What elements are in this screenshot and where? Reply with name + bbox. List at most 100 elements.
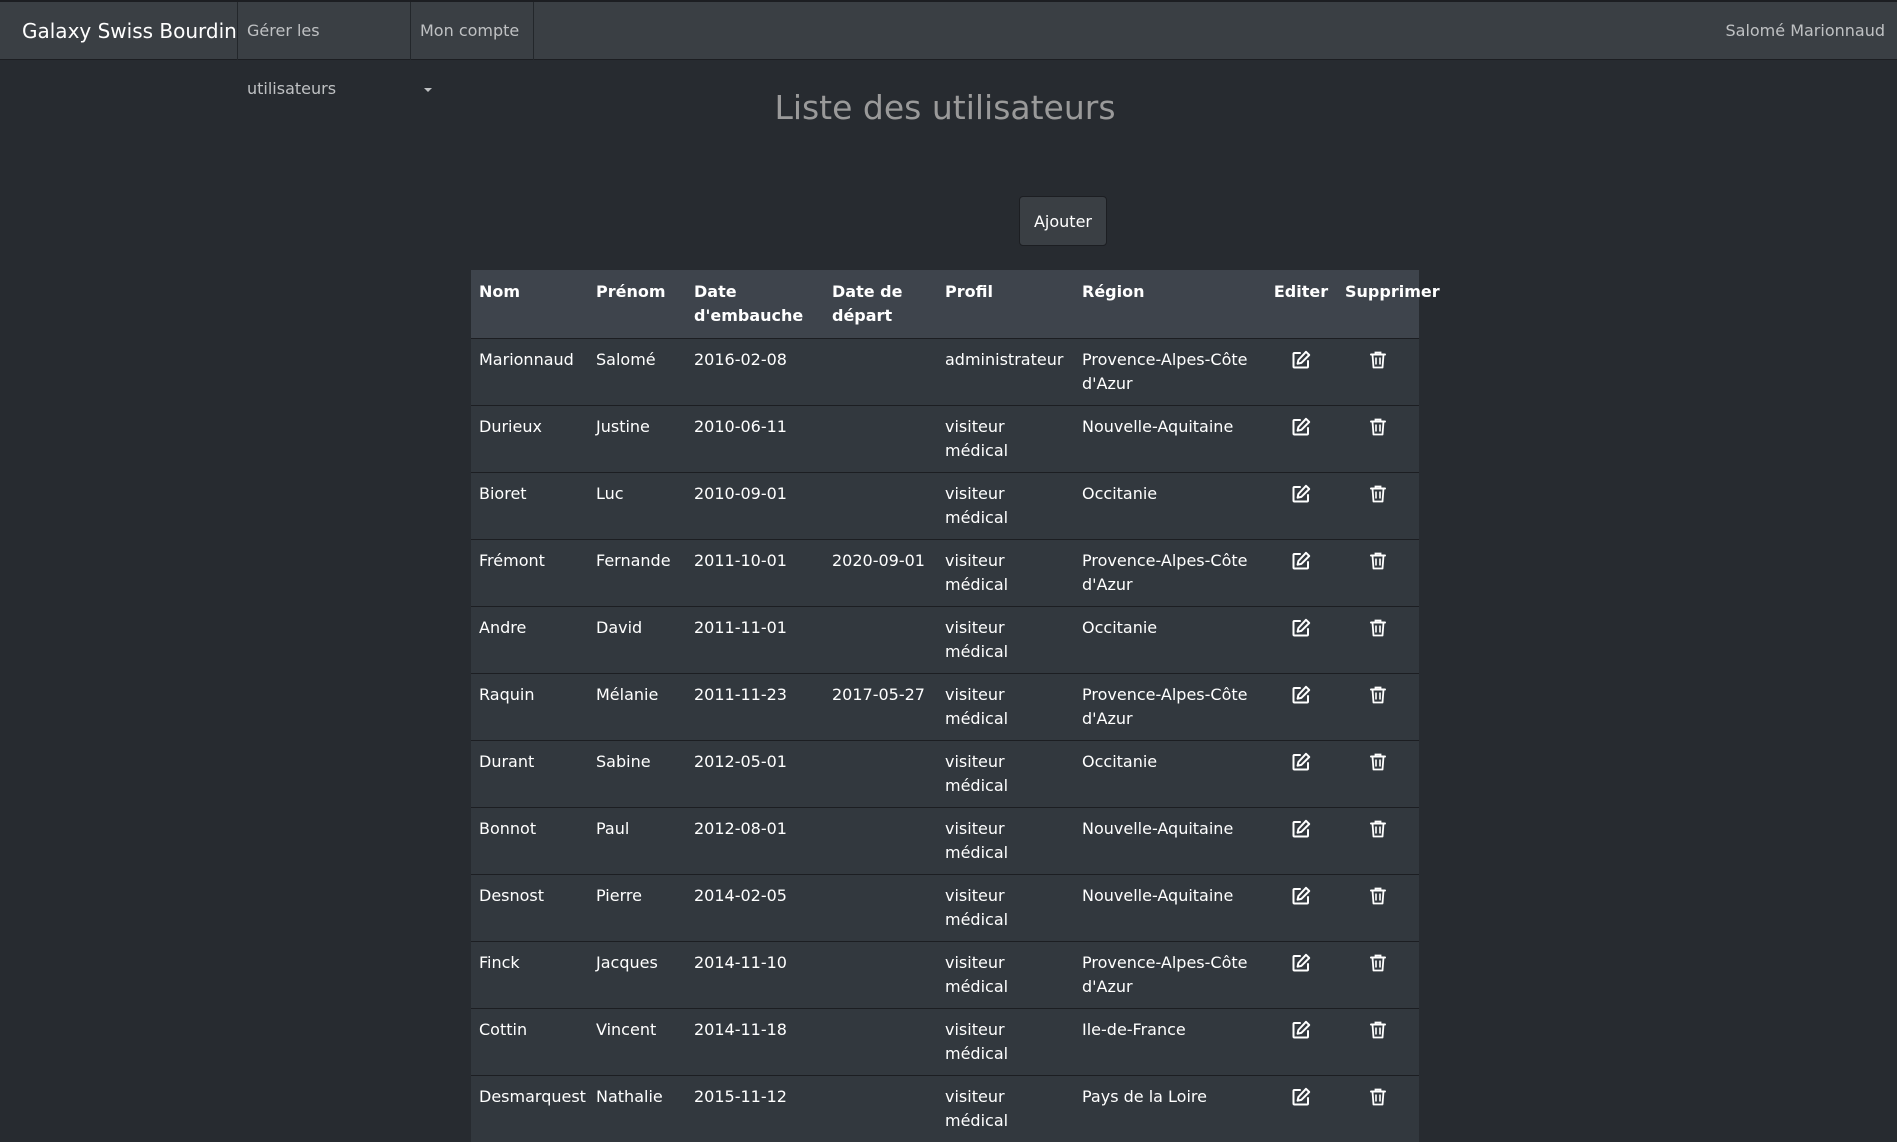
table-row: DurantSabine2012-05-01visiteur médicalOc… [471, 741, 1419, 808]
edit-icon[interactable] [1290, 1019, 1312, 1041]
cell-editer [1265, 339, 1337, 406]
table-row: DurieuxJustine2010-06-11visiteur médical… [471, 406, 1419, 473]
cell-nom: Raquin [471, 674, 588, 741]
edit-icon[interactable] [1290, 751, 1312, 773]
cell-editer [1265, 1009, 1337, 1076]
edit-icon[interactable] [1290, 617, 1312, 639]
cell-date-depart [824, 808, 937, 875]
table-row: FrémontFernande2011-10-012020-09-01visit… [471, 540, 1419, 607]
trash-icon[interactable] [1367, 885, 1389, 907]
cell-nom: Andre [471, 607, 588, 674]
cell-editer [1265, 741, 1337, 808]
cell-date-depart [824, 942, 937, 1009]
column-header-nom: Nom [471, 270, 588, 339]
edit-icon[interactable] [1290, 885, 1312, 907]
add-user-button[interactable]: Ajouter [1019, 196, 1107, 246]
edit-icon[interactable] [1290, 1086, 1312, 1108]
trash-icon[interactable] [1367, 952, 1389, 974]
cell-region: Occitanie [1074, 607, 1265, 674]
edit-icon[interactable] [1290, 818, 1312, 840]
brand-link[interactable]: Galaxy Swiss Bourdin [22, 2, 237, 60]
cell-supprimer [1337, 808, 1419, 875]
cell-prenom: Justine [588, 406, 686, 473]
cell-date-embauche: 2014-02-05 [686, 875, 824, 942]
cell-nom: Durieux [471, 406, 588, 473]
cell-date-depart [824, 1009, 937, 1076]
table-row: BonnotPaul2012-08-01visiteur médicalNouv… [471, 808, 1419, 875]
table-header-row: Nom Prénom Date d'embauche Date de dépar… [471, 270, 1419, 339]
cell-region: Nouvelle-Aquitaine [1074, 875, 1265, 942]
edit-icon[interactable] [1290, 550, 1312, 572]
table-row: CottinVincent2014-11-18visiteur médicalI… [471, 1009, 1419, 1076]
nav-manage-users[interactable]: Gérer les utilisateurs [237, 2, 411, 60]
cell-date-depart [824, 406, 937, 473]
cell-prenom: Paul [588, 808, 686, 875]
cell-prenom: Sabine [588, 741, 686, 808]
cell-date-embauche: 2012-08-01 [686, 808, 824, 875]
trash-icon[interactable] [1367, 684, 1389, 706]
edit-icon[interactable] [1290, 952, 1312, 974]
trash-icon[interactable] [1367, 483, 1389, 505]
cell-date-depart [824, 875, 937, 942]
cell-supprimer [1337, 741, 1419, 808]
cell-profil: visiteur médical [937, 942, 1074, 1009]
table-row: DesnostPierre2014-02-05visiteur médicalN… [471, 875, 1419, 942]
cell-nom: Desmarquest [471, 1076, 588, 1142]
cell-prenom: David [588, 607, 686, 674]
trash-icon[interactable] [1367, 1019, 1389, 1041]
cell-profil: visiteur médical [937, 540, 1074, 607]
trash-icon[interactable] [1367, 751, 1389, 773]
cell-profil: administrateur [937, 339, 1074, 406]
trash-icon[interactable] [1367, 416, 1389, 438]
cell-supprimer [1337, 875, 1419, 942]
table-body: MarionnaudSalomé2016-02-08administrateur… [471, 339, 1419, 1142]
cell-region: Nouvelle-Aquitaine [1074, 808, 1265, 875]
cell-region: Provence-Alpes-Côte d'Azur [1074, 942, 1265, 1009]
nav-my-account[interactable]: Mon compte [410, 2, 534, 60]
cell-prenom: Salomé [588, 339, 686, 406]
cell-date-depart: 2017-05-27 [824, 674, 937, 741]
cell-editer [1265, 875, 1337, 942]
cell-prenom: Nathalie [588, 1076, 686, 1142]
users-table-container: Nom Prénom Date d'embauche Date de dépar… [471, 270, 1419, 1142]
cell-profil: visiteur médical [937, 1009, 1074, 1076]
cell-date-embauche: 2014-11-10 [686, 942, 824, 1009]
cell-profil: visiteur médical [937, 875, 1074, 942]
edit-icon[interactable] [1290, 349, 1312, 371]
cell-date-depart [824, 741, 937, 808]
cell-supprimer [1337, 942, 1419, 1009]
users-table: Nom Prénom Date d'embauche Date de dépar… [471, 270, 1419, 1142]
cell-editer [1265, 607, 1337, 674]
edit-icon[interactable] [1290, 483, 1312, 505]
cell-editer [1265, 942, 1337, 1009]
cell-supprimer [1337, 674, 1419, 741]
edit-icon[interactable] [1290, 684, 1312, 706]
cell-region: Occitanie [1074, 473, 1265, 540]
cell-supprimer [1337, 607, 1419, 674]
table-row: RaquinMélanie2011-11-232017-05-27visiteu… [471, 674, 1419, 741]
cell-nom: Cottin [471, 1009, 588, 1076]
table-row: DesmarquestNathalie2015-11-12visiteur mé… [471, 1076, 1419, 1142]
trash-icon[interactable] [1367, 349, 1389, 371]
cell-profil: visiteur médical [937, 1076, 1074, 1142]
cell-prenom: Pierre [588, 875, 686, 942]
cell-prenom: Jacques [588, 942, 686, 1009]
cell-supprimer [1337, 1009, 1419, 1076]
cell-date-depart [824, 607, 937, 674]
cell-date-embauche: 2011-11-23 [686, 674, 824, 741]
trash-icon[interactable] [1367, 617, 1389, 639]
trash-icon[interactable] [1367, 1086, 1389, 1108]
cell-nom: Marionnaud [471, 339, 588, 406]
edit-icon[interactable] [1290, 416, 1312, 438]
trash-icon[interactable] [1367, 550, 1389, 572]
cell-profil: visiteur médical [937, 808, 1074, 875]
cell-prenom: Fernande [588, 540, 686, 607]
cell-prenom: Luc [588, 473, 686, 540]
trash-icon[interactable] [1367, 818, 1389, 840]
cell-nom: Durant [471, 741, 588, 808]
cell-region: Nouvelle-Aquitaine [1074, 406, 1265, 473]
column-header-profil: Profil [937, 270, 1074, 339]
table-row: AndreDavid2011-11-01visiteur médicalOcci… [471, 607, 1419, 674]
cell-nom: Frémont [471, 540, 588, 607]
cell-region: Ile-de-France [1074, 1009, 1265, 1076]
